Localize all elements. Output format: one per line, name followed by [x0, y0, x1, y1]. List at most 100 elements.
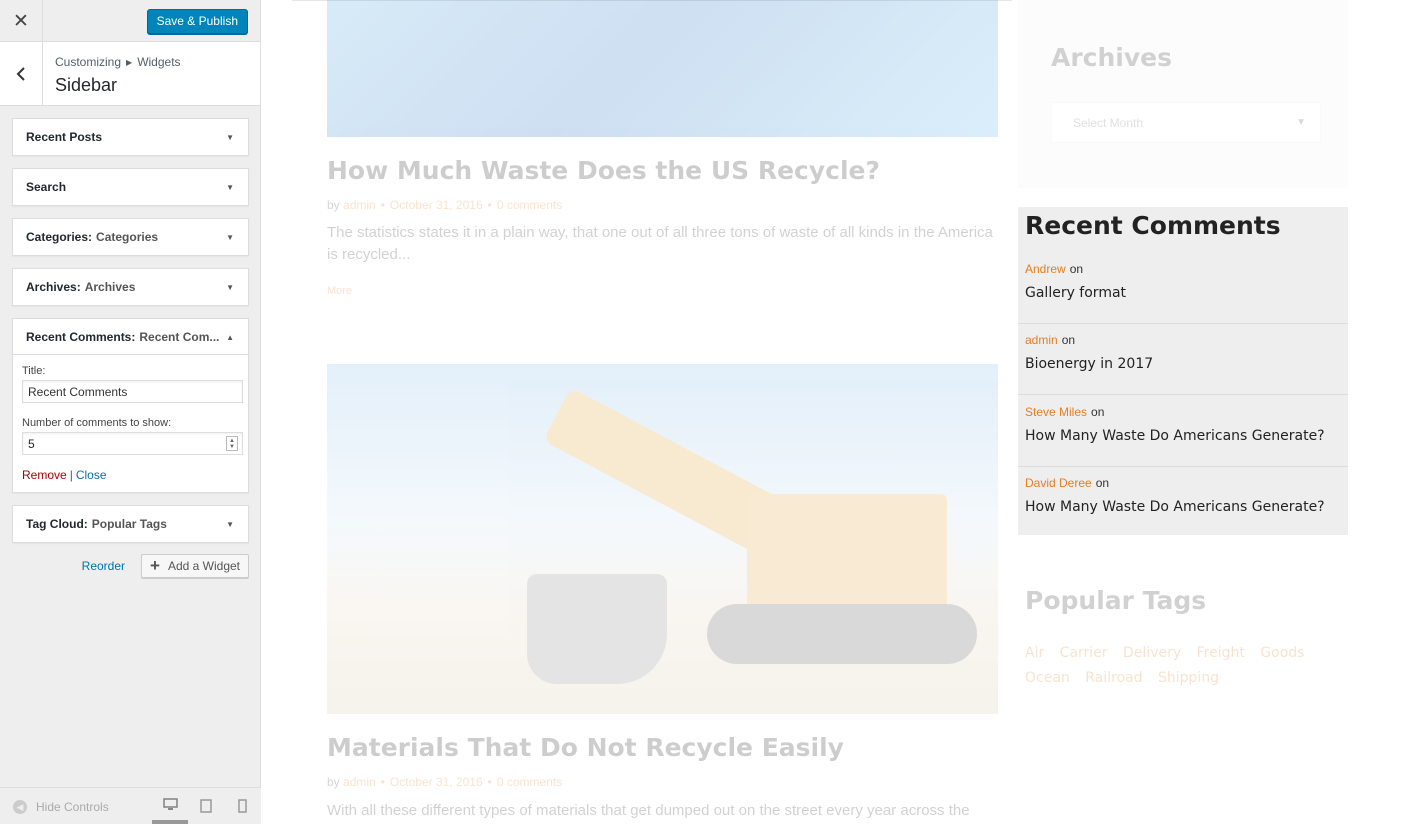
widget-title: Tag Cloud: [26, 517, 88, 531]
on-word: on [1091, 405, 1105, 419]
comment-post-link[interactable]: How Many Waste Do Americans Generate? [1025, 499, 1325, 515]
add-widget-label: Add a Widget [167, 559, 240, 573]
post-2-excerpt: With all these different types of materi… [327, 802, 970, 819]
tag-link[interactable]: Railroad [1085, 666, 1142, 691]
widget-instance-title: Popular Tags [91, 517, 167, 531]
comment-post-link[interactable]: Bioenergy in 2017 [1025, 356, 1153, 372]
tag-link[interactable]: Shipping [1158, 666, 1219, 691]
mobile-icon[interactable] [224, 788, 260, 824]
on-word: on [1095, 476, 1110, 490]
expand-arrow-icon[interactable]: ▼ [226, 119, 234, 155]
tag-link[interactable]: Delivery [1123, 641, 1181, 666]
widget-title: Categories: [26, 230, 93, 244]
post-comments-link[interactable]: 0 comments [497, 775, 562, 789]
widget-instance-title: Recent Com... [139, 329, 220, 344]
hide-controls-button[interactable]: ◀ Hide Controls [13, 800, 109, 814]
customizer-footer: ◀ Hide Controls [0, 787, 261, 824]
post-2-meta: by admin • October 31, 2016 • 0 comments [327, 775, 563, 789]
breadcrumb-customizing: Customizing [55, 55, 122, 69]
widget-archives[interactable]: Archives: Archives ▼ [12, 268, 249, 306]
post-author-link[interactable]: admin [343, 198, 376, 212]
post-date-link[interactable]: October 31, 2016 [390, 198, 483, 212]
comment-item: David Deree on How Many Waste Do American… [1018, 467, 1348, 538]
desktop-icon[interactable] [152, 788, 188, 824]
comment-item: Andrew on Gallery format [1018, 253, 1348, 324]
widget-recent-comments[interactable]: Recent Comments: Recent Com... ▲ Title: … [12, 318, 249, 493]
widget-categories[interactable]: Categories: Categories ▼ [12, 218, 249, 256]
tag-link[interactable]: Ocean [1025, 666, 1070, 691]
remove-link[interactable]: Remove [22, 468, 67, 482]
plus-icon: + [150, 556, 160, 575]
widget-header[interactable]: Tag Cloud: Popular Tags ▼ [13, 506, 248, 542]
post-2-title[interactable]: Materials That Do Not Recycle Easily [327, 733, 844, 762]
comment-item: admin on Bioenergy in 2017 [1018, 324, 1348, 395]
widget-title: Recent Comments: [26, 329, 136, 344]
tag-link[interactable]: Goods [1260, 641, 1304, 666]
widget-title: Recent Posts [26, 130, 103, 144]
save-publish-button[interactable]: Save & Publish [146, 9, 248, 34]
archives-month-select[interactable]: Select Month ▼ [1051, 102, 1321, 143]
comment-count-stepper[interactable]: 5 ▲ ▼ [22, 432, 243, 455]
spinner-icon[interactable]: ▲ ▼ [226, 436, 238, 451]
recent-comments-widget: Recent Comments Andrew on Gallery format … [1018, 207, 1348, 535]
customizer-panel: ✕ Save & Publish Customizing ▶ Widgets Sid… [0, 0, 261, 824]
site-preview: How Much Waste Does the US Recycle? by a… [262, 0, 1411, 824]
post-1-image[interactable] [327, 0, 998, 137]
close-icon[interactable]: ✕ [0, 0, 43, 42]
widget-header[interactable]: Recent Posts ▼ [13, 119, 248, 155]
section-header: Customizing ▶ Widgets Sidebar [0, 42, 260, 106]
on-word: on [1069, 262, 1084, 276]
widget-header[interactable]: Search ▼ [13, 169, 248, 205]
post-1-title[interactable]: How Much Waste Does the US Recycle? [327, 156, 880, 185]
expand-arrow-icon[interactable]: ▼ [226, 269, 234, 305]
widget-instance-title: Archives [84, 280, 136, 294]
post-2-image[interactable] [327, 364, 998, 714]
back-icon[interactable] [0, 42, 43, 105]
tag-link[interactable]: Air [1025, 641, 1044, 666]
comment-author-link[interactable]: admin [1025, 333, 1058, 347]
tablet-icon[interactable] [188, 788, 224, 824]
comment-author-link[interactable]: David Deree [1025, 476, 1092, 490]
comment-post-link[interactable]: Gallery format [1025, 285, 1126, 301]
add-widget-button[interactable]: + Add a Widget [141, 554, 249, 578]
hide-controls-label: Hide Controls [36, 800, 109, 814]
comment-author-link[interactable]: Andrew [1025, 262, 1066, 276]
customizer-header: ✕ Save & Publish [0, 0, 260, 42]
widget-title: Search [26, 180, 67, 194]
widget-instance-title: Categories [96, 230, 159, 244]
title-input[interactable]: Recent Comments [22, 380, 243, 403]
reorder-link[interactable]: Reorder [82, 559, 125, 573]
on-word: on [1061, 333, 1076, 347]
comment-post-link[interactable]: How Many Waste Do Americans Generate? [1025, 428, 1325, 444]
post-1-meta: by admin • October 31, 2016 • 0 comments [327, 198, 563, 212]
tag-link[interactable]: Carrier [1060, 641, 1108, 666]
widget-recent-posts[interactable]: Recent Posts ▼ [12, 118, 249, 156]
expand-arrow-icon[interactable]: ▼ [226, 506, 234, 542]
breadcrumb-widgets: Widgets [137, 55, 181, 69]
close-link[interactable]: Close [76, 468, 107, 482]
post-1-more-link[interactable]: More [327, 285, 352, 297]
expand-arrow-icon[interactable]: ▼ [226, 219, 234, 255]
post-author-link[interactable]: admin [343, 775, 376, 789]
tag-cloud: Air Carrier Delivery Freight Goods Ocean… [1025, 641, 1355, 691]
breadcrumb-separator-icon: ▶ [126, 58, 133, 67]
count-label: Number of comments to show: [22, 417, 172, 429]
recent-comments-title: Recent Comments [1025, 211, 1281, 240]
widget-header[interactable]: Recent Comments: Recent Com... ▲ [13, 319, 248, 355]
widget-header[interactable]: Categories: Categories ▼ [13, 219, 248, 255]
action-separator: | [69, 468, 73, 482]
post-comments-link[interactable]: 0 comments [497, 198, 562, 212]
widget-search[interactable]: Search ▼ [12, 168, 249, 206]
collapse-arrow-icon[interactable]: ▲ [226, 319, 234, 355]
widget-tag-cloud[interactable]: Tag Cloud: Popular Tags ▼ [12, 505, 249, 543]
by-label: by [327, 775, 340, 789]
chevron-down-icon: ▼ [1296, 117, 1306, 128]
widget-actions: Remove | Close [22, 468, 239, 482]
post-date-link[interactable]: October 31, 2016 [390, 775, 483, 789]
expand-arrow-icon[interactable]: ▼ [226, 169, 234, 205]
comment-author-link[interactable]: Steve Miles [1025, 405, 1087, 419]
widget-header[interactable]: Archives: Archives ▼ [13, 269, 248, 305]
tag-link[interactable]: Freight [1197, 641, 1245, 666]
widget-list: Recent Posts ▼ Search ▼ Categories: Cate… [0, 106, 260, 578]
breadcrumb: Customizing ▶ Widgets [55, 55, 181, 69]
